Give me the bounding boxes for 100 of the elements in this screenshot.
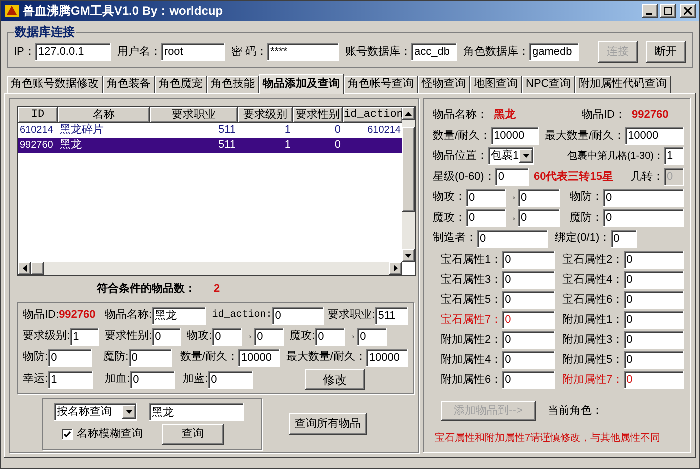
tab[interactable]: 地图查询 xyxy=(470,76,522,93)
text-field[interactable]: 0 xyxy=(502,311,554,330)
text-field[interactable]: 0 xyxy=(624,311,684,330)
field-label: 附加属性3： xyxy=(562,332,624,348)
text-field[interactable]: 0 xyxy=(466,188,506,207)
column-header[interactable]: 要求级别 xyxy=(238,107,293,123)
scroll-down-icon xyxy=(405,254,412,258)
vertical-scrollbar[interactable] xyxy=(402,107,415,262)
location-dropdown[interactable]: 包裹1 xyxy=(488,147,534,166)
column-header[interactable]: ID xyxy=(18,107,58,123)
text-field[interactable]: 0 xyxy=(48,348,92,366)
text-field[interactable]: 1 xyxy=(664,147,684,166)
scroll-thumb[interactable] xyxy=(31,262,44,275)
text-field[interactable]: gamedb xyxy=(529,43,580,61)
text-field[interactable]: 0 xyxy=(208,370,253,388)
text-field[interactable]: 0 xyxy=(466,209,506,228)
text-field[interactable]: root xyxy=(161,43,226,61)
text-field[interactable]: 1 xyxy=(48,370,93,388)
tab[interactable]: NPC查询 xyxy=(522,76,576,93)
tab[interactable]: 角色帐号查询 xyxy=(344,76,418,93)
scroll-right-button[interactable] xyxy=(389,262,402,275)
text-field[interactable]: 0 xyxy=(212,328,242,346)
field-label: 附加属性7： xyxy=(562,372,624,388)
field-label: 名称模糊查询 xyxy=(77,427,143,442)
tab[interactable]: 角色技能 xyxy=(207,76,259,93)
checkbox[interactable] xyxy=(62,429,73,440)
text-field[interactable]: 黑龙 xyxy=(152,306,206,324)
search-mode-dropdown[interactable]: 按名称查询 xyxy=(54,403,137,421)
text-field[interactable]: 0 xyxy=(502,351,554,370)
text-field[interactable]: 黑龙 xyxy=(149,403,244,421)
text-field[interactable]: 0 xyxy=(624,271,684,290)
close-button[interactable] xyxy=(680,4,696,18)
text-field[interactable]: 0 xyxy=(315,328,346,346)
close-icon xyxy=(684,7,692,15)
text-field[interactable]: 0 xyxy=(624,331,684,350)
text-field[interactable]: 511 xyxy=(375,306,408,324)
field-label: 要求性别: xyxy=(105,329,152,344)
text-field[interactable]: 0 xyxy=(130,370,175,388)
text-field[interactable]: 10000 xyxy=(491,126,539,145)
scroll-left-button[interactable] xyxy=(18,262,31,275)
text-field[interactable]: 0 xyxy=(624,371,684,390)
field-label: 幸运: xyxy=(23,372,48,388)
text-field[interactable]: 1 xyxy=(70,328,99,346)
text-field[interactable]: 0 xyxy=(502,251,554,270)
text-field[interactable]: 0 xyxy=(518,209,560,228)
scroll-up-button[interactable] xyxy=(402,107,415,120)
text-field[interactable]: 0 xyxy=(254,328,284,346)
column-header[interactable]: 名称 xyxy=(58,107,150,123)
button[interactable]: 查询 xyxy=(162,424,224,445)
text-field[interactable]: 10000 xyxy=(238,348,280,366)
text-field[interactable]: acc_db xyxy=(411,43,458,61)
text-field[interactable]: 0 xyxy=(603,209,684,228)
table-cell-text: 黑龙碎片 xyxy=(59,123,105,138)
field-label: 星级(0-60)： xyxy=(433,170,496,185)
table-cell-text: 0 xyxy=(334,138,342,153)
field-label: 物品位置： xyxy=(433,149,488,164)
tab[interactable]: 怪物查询 xyxy=(418,76,470,93)
window-title: 兽血沸腾GM工具V1.0 By：worldcup xyxy=(23,3,224,20)
field-label: 附加属性6： xyxy=(441,372,502,388)
scroll-up-icon xyxy=(405,112,412,116)
horizontal-scrollbar[interactable] xyxy=(18,262,402,275)
column-header[interactable]: 要求性别 xyxy=(293,107,343,123)
maximize-button[interactable] xyxy=(660,4,676,18)
scroll-down-button[interactable] xyxy=(402,249,415,262)
text-field[interactable]: 127.0.0.1 xyxy=(35,43,112,61)
tab[interactable]: 角色魔宠 xyxy=(155,76,207,93)
text-field[interactable]: **** xyxy=(267,43,340,61)
text-field[interactable]: 0 xyxy=(495,168,529,186)
tab[interactable]: 物品添加及查询 xyxy=(259,74,344,94)
text-field[interactable]: 0 xyxy=(624,291,684,310)
tab[interactable]: 附加属性代码查询 xyxy=(575,76,672,93)
text-field[interactable]: 0 xyxy=(502,291,554,310)
text-field[interactable]: 10000 xyxy=(366,348,408,366)
text-field[interactable]: 0 xyxy=(128,348,172,366)
button[interactable]: 查询所有物品 xyxy=(289,413,367,435)
text-field[interactable]: 0 xyxy=(477,230,548,248)
scroll-right-icon xyxy=(394,265,398,272)
text-field[interactable]: 0 xyxy=(502,331,554,350)
button[interactable]: 修改 xyxy=(305,369,365,390)
text-field[interactable]: 0 xyxy=(152,328,181,346)
text-field[interactable]: 0 xyxy=(610,230,637,248)
scroll-thumb[interactable] xyxy=(402,127,415,212)
button[interactable]: 断开 xyxy=(646,41,686,63)
minimize-button[interactable] xyxy=(642,4,658,18)
field-label: 数量/耐久： xyxy=(433,128,492,144)
tab[interactable]: 角色装备 xyxy=(103,76,155,93)
text-field[interactable]: 0 xyxy=(624,251,684,270)
text-field[interactable]: 0 xyxy=(502,271,554,290)
text-field[interactable]: 0 xyxy=(357,328,388,346)
tab[interactable]: 角色账号数据修改 xyxy=(7,76,103,93)
text-field[interactable]: 0 xyxy=(603,188,684,207)
field-label: 宝石属性6： xyxy=(562,292,624,308)
text-field[interactable]: 0 xyxy=(272,306,324,324)
text-field[interactable]: 0 xyxy=(624,351,684,370)
field-label: 制造者： xyxy=(433,231,477,246)
text-field[interactable]: 0 xyxy=(518,188,560,207)
text-field[interactable]: 0 xyxy=(502,371,554,390)
column-header[interactable]: 要求职业 xyxy=(150,107,238,123)
table-row[interactable]: 992760 黑龙 511 1 0 xyxy=(18,138,402,153)
text-field[interactable]: 10000 xyxy=(625,126,684,145)
